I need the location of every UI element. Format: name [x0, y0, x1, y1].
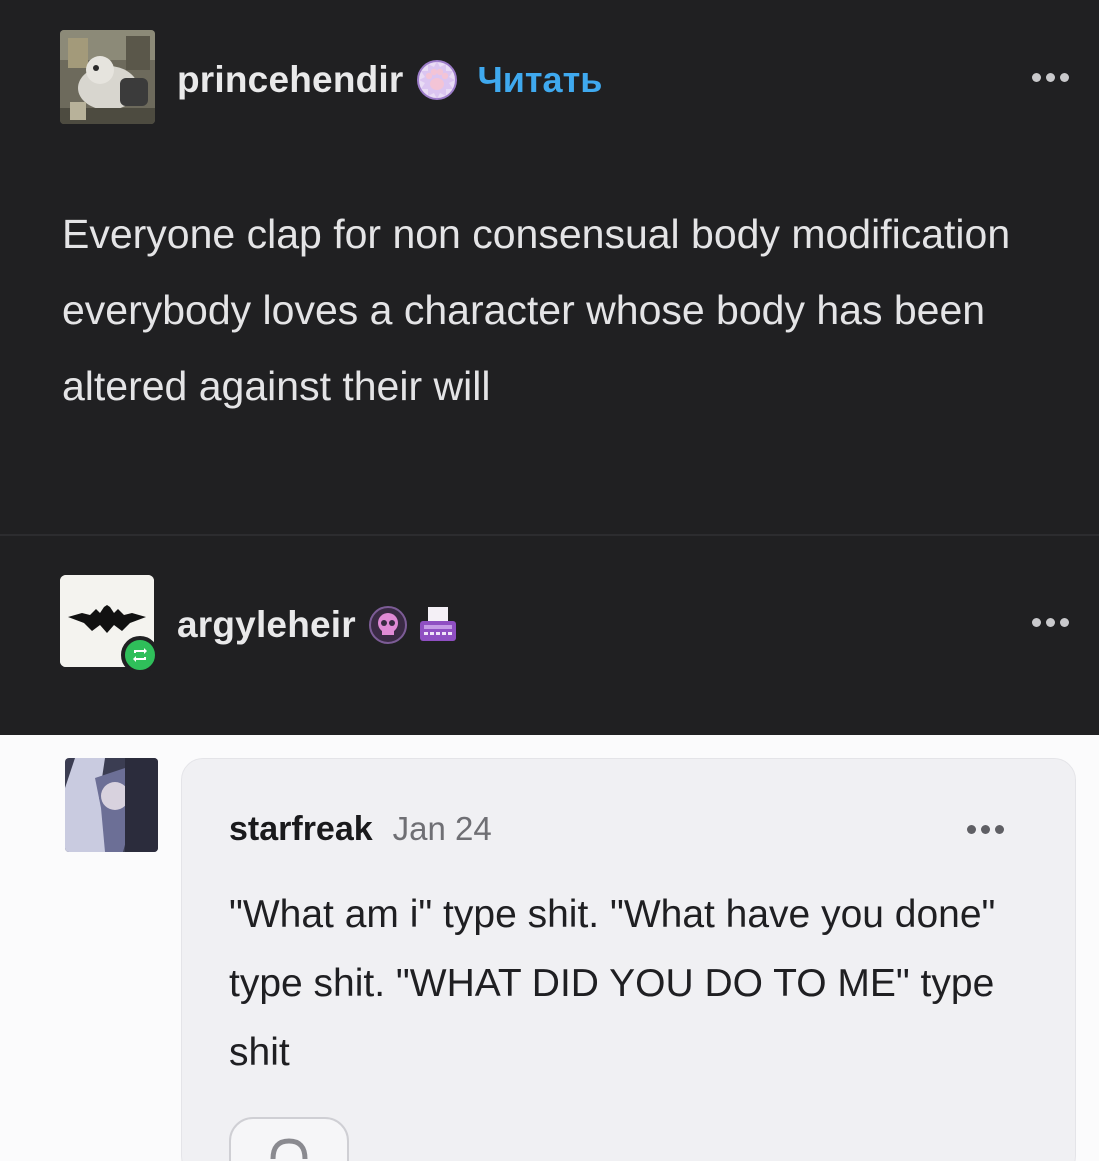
reply-header: starfreak Jan 24: [229, 808, 492, 850]
divider: [0, 534, 1099, 536]
post-header: princehendir Читать: [177, 55, 602, 105]
reply-more-options-icon[interactable]: [967, 825, 1004, 834]
reply-date: Jan 24: [392, 810, 492, 847]
princehendir-avatar[interactable]: [60, 30, 155, 124]
reblog-icon: [121, 636, 159, 674]
reply-action-button[interactable]: [229, 1117, 349, 1161]
post-area: princehendir Читать Everyone clap for no…: [0, 0, 1099, 735]
reblog-more-options-icon[interactable]: [1032, 618, 1069, 627]
starfreak-avatar[interactable]: [65, 758, 158, 852]
post-author-username[interactable]: princehendir: [177, 59, 404, 101]
reply-body: "What am i" type shit. "What have you do…: [229, 893, 996, 1074]
follow-button[interactable]: Читать: [478, 59, 603, 101]
reblog-username[interactable]: argyleheir: [177, 604, 356, 646]
reply-action-icon: [270, 1138, 308, 1160]
post-body: Everyone clap for non consensual body mo…: [62, 211, 1011, 409]
reply-username[interactable]: starfreak: [229, 810, 373, 849]
post-more-options-icon[interactable]: [1032, 73, 1069, 82]
reblog-header: argyleheir: [177, 600, 460, 650]
typewriter-badge-icon[interactable]: [416, 603, 460, 647]
paw-badge-icon[interactable]: [416, 59, 458, 101]
skull-badge-icon[interactable]: [368, 605, 408, 645]
